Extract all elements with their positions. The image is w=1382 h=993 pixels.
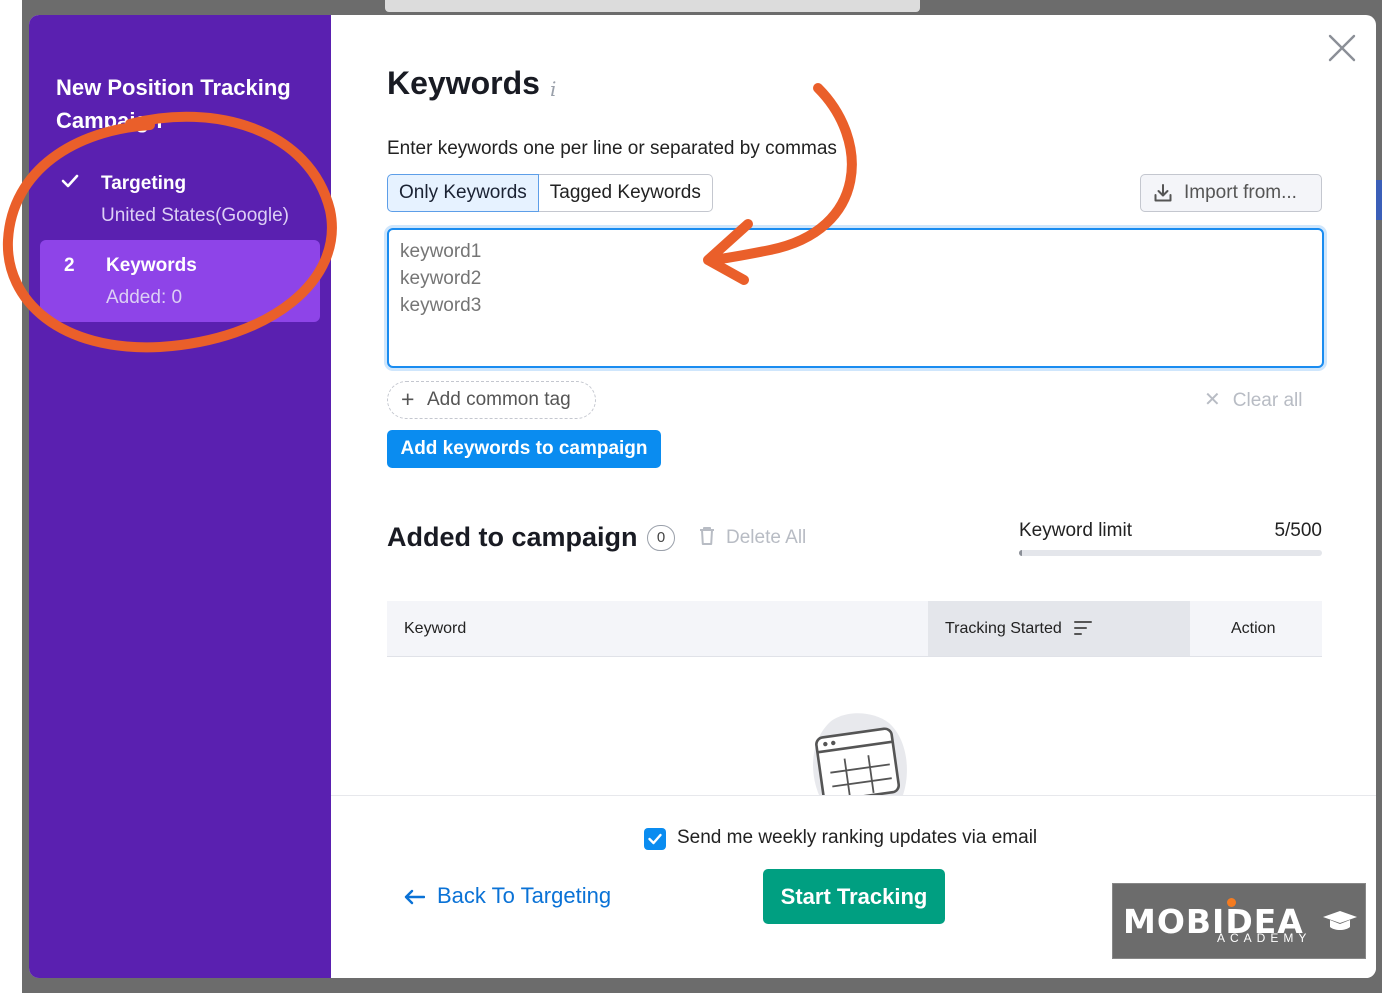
add-common-tag-button[interactable]: + Add common tag	[387, 381, 596, 419]
keywords-textarea[interactable]	[387, 228, 1324, 368]
step-number: 2	[64, 255, 75, 276]
email-updates-checkbox[interactable]	[644, 828, 666, 850]
empty-table-illustration	[813, 713, 907, 795]
column-action: Action	[1231, 620, 1276, 637]
graduation-cap-icon	[1323, 911, 1357, 930]
step-title: Targeting	[101, 173, 187, 194]
sidebar-title: New Position Tracking Campaign	[56, 75, 291, 133]
new-campaign-modal: New Position Tracking Campaign Targeting…	[29, 15, 1376, 978]
watermark-subtitle: ACADEMY	[1217, 931, 1312, 945]
trash-icon	[700, 527, 714, 545]
check-icon	[60, 171, 80, 191]
download-icon	[1154, 184, 1172, 202]
background-page-header	[385, 0, 920, 12]
column-tracking-started[interactable]: Tracking Started	[928, 601, 1190, 656]
email-updates-label[interactable]: Send me weekly ranking updates via email	[677, 827, 1037, 849]
background-page-accent	[1376, 180, 1382, 220]
column-keyword: Keyword	[404, 620, 467, 637]
keyword-limit-label: Keyword limit	[1019, 520, 1132, 541]
start-tracking-button[interactable]: Start Tracking	[763, 869, 945, 924]
background-page-edge	[0, 0, 22, 993]
column-label: Tracking Started	[945, 620, 1062, 637]
tab-tagged-keywords[interactable]: Tagged Keywords	[538, 174, 713, 212]
page-title: Keywords	[387, 65, 540, 101]
import-label: Import from...	[1184, 182, 1297, 203]
keyword-mode-switch: Only Keywords Tagged Keywords	[387, 174, 713, 212]
delete-all-label: Delete All	[726, 527, 807, 548]
keywords-table-header: Keyword Tracking Started Action	[387, 601, 1322, 657]
delete-all-button[interactable]: Delete All	[698, 526, 806, 549]
back-to-targeting-link[interactable]: Back To Targeting	[403, 883, 611, 909]
keyword-limit-value: 5/500	[1274, 520, 1322, 541]
sort-icon	[1074, 621, 1093, 635]
step-subtitle: United States(Google)	[101, 205, 289, 226]
close-icon: ✕	[1204, 389, 1221, 411]
sidebar-step-targeting[interactable]: Targeting United States(Google)	[40, 167, 320, 247]
sidebar-step-keywords[interactable]: 2 Keywords Added: 0	[40, 240, 320, 322]
add-tag-label: Add common tag	[427, 389, 571, 410]
back-label: Back To Targeting	[437, 883, 612, 908]
clear-all-label: Clear all	[1232, 390, 1303, 411]
instructions-text: Enter keywords one per line or separated…	[387, 138, 837, 159]
mobidea-academy-watermark: MOBIDEA ACADEMY	[1112, 883, 1366, 959]
info-icon[interactable]: i	[550, 77, 556, 101]
import-button[interactable]: Import from...	[1140, 174, 1322, 212]
keyword-limit-bar	[1019, 550, 1322, 556]
keywords-panel: Keywords i Enter keywords one per line o…	[331, 15, 1376, 795]
keyword-count-badge: 0	[647, 525, 675, 551]
add-keywords-button[interactable]: Add keywords to campaign	[387, 430, 661, 468]
wizard-sidebar: New Position Tracking Campaign Targeting…	[29, 15, 331, 978]
step-subtitle: Added: 0	[106, 287, 183, 308]
check-icon	[648, 833, 662, 845]
clear-all-button[interactable]: ✕ Clear all	[1204, 387, 1302, 412]
step-title: Keywords	[106, 255, 197, 276]
keyword-limit-fill	[1019, 550, 1023, 556]
added-to-campaign-title: Added to campaign	[387, 522, 638, 552]
tab-only-keywords[interactable]: Only Keywords	[387, 174, 539, 212]
plus-icon: +	[401, 386, 415, 412]
arrow-left-icon	[404, 889, 426, 905]
